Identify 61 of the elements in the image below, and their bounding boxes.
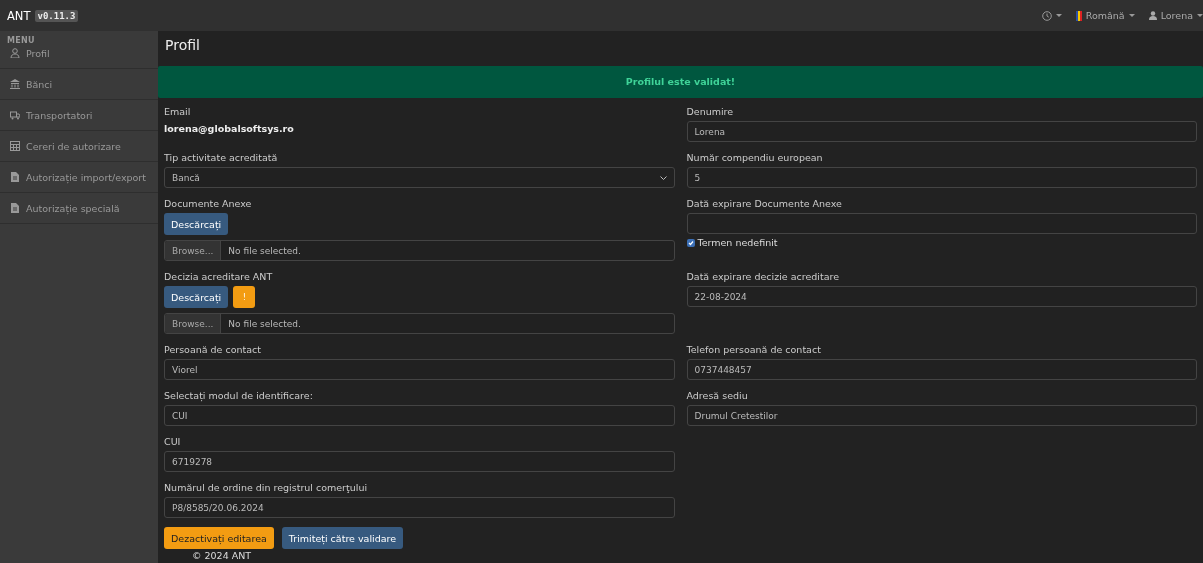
browse-button[interactable]: Browse... (165, 241, 222, 260)
field-label: CUI (164, 435, 181, 449)
footer-text: © 2024 ANT (191, 549, 252, 563)
select-field[interactable]: Bancă (164, 167, 675, 188)
input-field[interactable] (686, 213, 1197, 234)
caret-icon (1197, 14, 1203, 17)
input-field[interactable]: P8/8585/20.06.2024 (164, 497, 675, 518)
flag-icon (1075, 10, 1082, 21)
field-label: Persoană de contact (164, 343, 262, 357)
caret-icon (1055, 14, 1062, 17)
file-status: No file selected. (227, 245, 301, 256)
field-label: Telefon persoană de contact (686, 343, 821, 357)
history-dropdown[interactable] (1041, 10, 1062, 21)
email-value: lorena@globalsoftsys.ro (164, 123, 294, 134)
user-icon (10, 48, 20, 58)
field-label: Dată expirare Documente Anexe (686, 197, 842, 211)
input-field[interactable]: 6719278 (164, 451, 675, 472)
version-badge: v0.11.3 (34, 9, 79, 22)
action-button[interactable]: Dezactivați editarea (164, 527, 274, 549)
field-label: Documente Anexe (164, 197, 252, 211)
input-field[interactable]: Drumul Cretestilor (686, 405, 1197, 426)
action-button[interactable]: Trimiteți către validare (281, 527, 404, 549)
clock-icon (1041, 10, 1052, 21)
download-button[interactable]: Descărcați (164, 213, 229, 235)
input-field[interactable]: Lorena (686, 121, 1197, 142)
document-icon (10, 203, 20, 213)
field-label: Adresă sediu (686, 389, 748, 403)
user-icon (1148, 11, 1157, 20)
input-field[interactable]: 22-08-2024 (686, 286, 1197, 307)
input-field[interactable]: CUI (164, 405, 675, 426)
success-alert: Profilul este validat! (158, 66, 1203, 98)
file-status: No file selected. (227, 318, 301, 329)
input-field[interactable]: 0737448457 (686, 359, 1197, 380)
check-icon (687, 239, 694, 246)
field-label: Email (164, 105, 191, 119)
bank-icon (10, 79, 20, 89)
document-icon (10, 172, 20, 182)
file-input[interactable]: Browse... No file selected. (164, 313, 675, 334)
field-label: Tip activitate acreditată (164, 151, 278, 165)
chevron-icon (659, 175, 667, 180)
input-field[interactable]: 5 (686, 167, 1197, 188)
field-label: Denumire (686, 105, 734, 119)
field-label: Număr compendiu european (686, 151, 823, 165)
caret-icon (1128, 14, 1135, 17)
truck-icon (10, 110, 20, 120)
language-dropdown[interactable]: Română (1075, 10, 1135, 21)
field-label: Dată expirare decizie acreditare (686, 270, 840, 284)
field-label: Selectați modul de identificare: (164, 389, 313, 403)
input-field[interactable]: Viorel (164, 359, 675, 380)
table-icon (10, 141, 20, 151)
checkbox-label[interactable]: Termen nedefinit (686, 237, 778, 248)
file-input[interactable]: Browse... No file selected. (164, 240, 675, 261)
user-dropdown[interactable]: Lorena (1148, 10, 1203, 21)
field-label: Decizia acreditare ANT (164, 270, 273, 284)
app-brand: ANT (7, 8, 31, 23)
browse-button[interactable]: Browse... (165, 314, 222, 333)
page-title: Profil (164, 36, 201, 55)
download-button[interactable]: Descărcați (164, 286, 229, 308)
field-label: Numărul de ordine din registrul comerţului (164, 481, 368, 495)
menu-heading: MENU (6, 35, 36, 45)
checkbox[interactable] (686, 238, 695, 247)
